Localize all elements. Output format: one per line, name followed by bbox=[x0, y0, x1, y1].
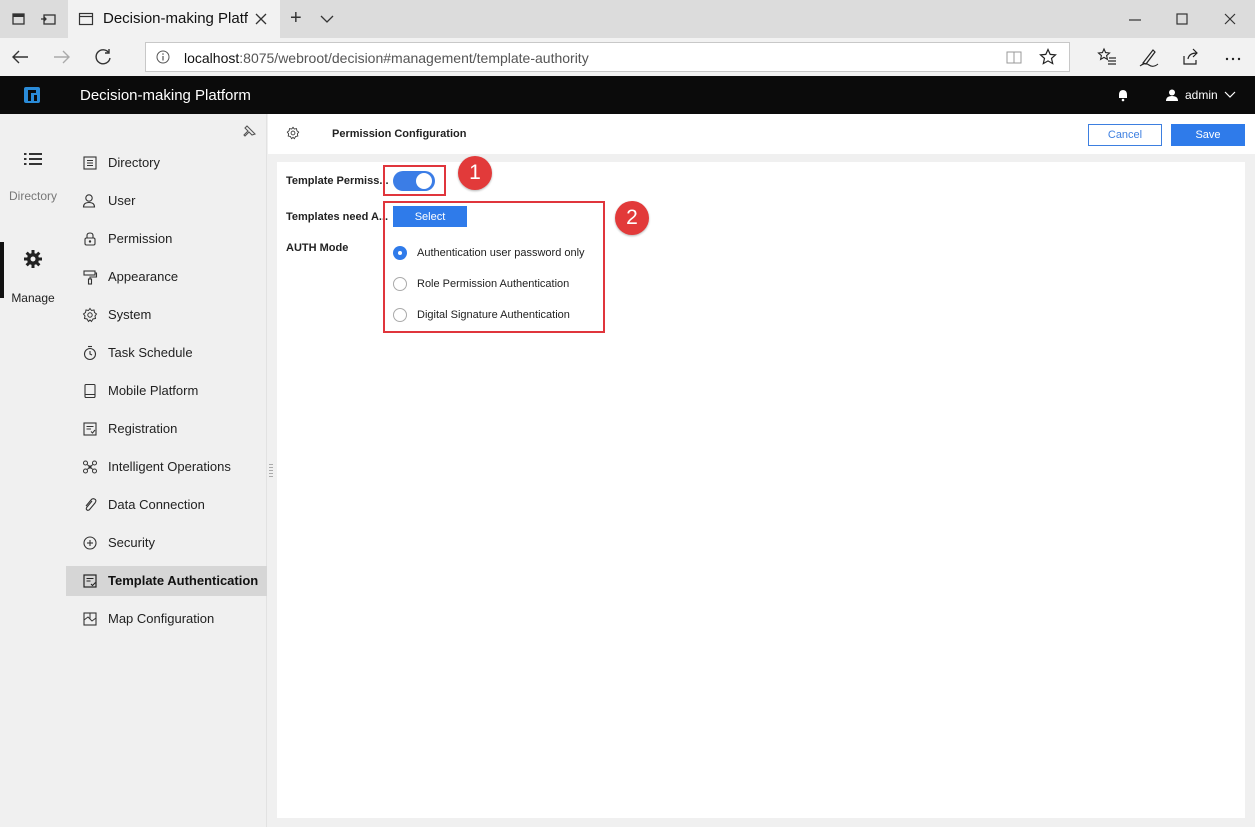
bell-icon[interactable] bbox=[1116, 88, 1130, 102]
settings-icon bbox=[82, 307, 98, 323]
menu-item-user[interactable]: User bbox=[66, 186, 267, 216]
menu-item-data-connection[interactable]: Data Connection bbox=[66, 490, 267, 520]
close-tab-icon[interactable] bbox=[254, 12, 268, 26]
map-icon bbox=[83, 612, 97, 626]
settings-icon bbox=[286, 126, 300, 140]
menu-item-mobile-platform[interactable]: Mobile Platform bbox=[66, 376, 267, 406]
menu-item-task-schedule[interactable]: Task Schedule bbox=[66, 338, 267, 368]
url-input[interactable]: localhost:8075/webroot/decision#manageme… bbox=[145, 42, 1070, 72]
new-tab-button[interactable]: + bbox=[290, 7, 302, 30]
template-auth-icon bbox=[83, 574, 97, 588]
highlight-box-1 bbox=[383, 165, 446, 196]
active-tab[interactable]: Decision-making Platfor bbox=[68, 0, 280, 38]
shield-icon bbox=[83, 536, 97, 550]
lock-icon bbox=[84, 232, 96, 246]
cancel-button[interactable]: Cancel bbox=[1088, 124, 1162, 146]
tab-title: Decision-making Platfor bbox=[103, 10, 248, 27]
menu-label: User bbox=[108, 193, 136, 208]
tab-actions-icon[interactable] bbox=[10, 10, 28, 28]
icon-rail: Directory Manage bbox=[0, 114, 66, 827]
app-header: Decision-making Platform admin bbox=[0, 76, 1255, 114]
menu-item-map-configuration[interactable]: Map Configuration bbox=[66, 604, 267, 634]
mobile-icon bbox=[84, 383, 96, 399]
save-button[interactable]: Save bbox=[1171, 124, 1245, 146]
menu-label: Template Authentication bbox=[108, 573, 259, 588]
menu-item-system[interactable]: System bbox=[66, 300, 267, 330]
menu-item-template-authentication[interactable]: Template Authentication bbox=[66, 566, 267, 596]
callout-badge-2: 2 bbox=[615, 201, 649, 235]
rail-item-directory[interactable]: Directory bbox=[0, 142, 66, 204]
template-permission-label: Template Permiss... bbox=[286, 175, 389, 187]
directory-icon bbox=[83, 156, 97, 170]
menu-label: System bbox=[108, 307, 152, 322]
templates-need-auth-label: Templates need A... bbox=[286, 211, 389, 223]
menu-item-intelligent-operations[interactable]: Intelligent Operations bbox=[66, 452, 267, 482]
menu-label: Intelligent Operations bbox=[108, 459, 231, 474]
user-name[interactable]: admin bbox=[1185, 88, 1218, 102]
paint-roller-icon bbox=[83, 270, 98, 285]
app-title: Decision-making Platform bbox=[80, 87, 251, 104]
menu-label: Data Connection bbox=[108, 497, 205, 512]
resize-handle-icon[interactable] bbox=[268, 462, 274, 478]
refresh-icon[interactable] bbox=[94, 47, 114, 67]
auth-mode-label: AUTH Mode bbox=[286, 242, 349, 254]
link-icon bbox=[85, 498, 97, 511]
menu-label: Task Schedule bbox=[108, 345, 193, 360]
callout-badge-1: 1 bbox=[458, 156, 492, 190]
page-title: Permission Configuration bbox=[332, 128, 467, 140]
timer-icon bbox=[83, 345, 97, 361]
list-icon bbox=[24, 153, 42, 165]
close-window-icon[interactable] bbox=[1219, 8, 1241, 30]
favorite-star-icon[interactable] bbox=[1039, 48, 1057, 66]
menu-label: Security bbox=[108, 535, 155, 550]
menu-label: Directory bbox=[108, 155, 161, 170]
menu-item-permission[interactable]: Permission bbox=[66, 224, 267, 254]
user-avatar-icon[interactable] bbox=[1165, 88, 1179, 102]
menu-label: Map Configuration bbox=[108, 611, 215, 626]
registration-icon bbox=[83, 422, 97, 436]
gear-icon bbox=[24, 250, 42, 268]
user-menu-chevron-icon[interactable] bbox=[1224, 90, 1236, 100]
rail-label-manage: Manage bbox=[11, 291, 55, 305]
share-icon[interactable] bbox=[1181, 47, 1201, 67]
management-menu: Directory User Permission Appearance Sys… bbox=[66, 114, 267, 827]
menu-item-security[interactable]: Security bbox=[66, 528, 267, 558]
set-tabs-aside-icon[interactable] bbox=[40, 10, 58, 28]
pin-icon[interactable] bbox=[242, 124, 257, 139]
menu-item-registration[interactable]: Registration bbox=[66, 414, 267, 444]
chevron-down-icon[interactable] bbox=[320, 13, 334, 25]
forward-arrow-icon[interactable] bbox=[52, 48, 72, 66]
app-logo-icon bbox=[24, 87, 40, 103]
minimize-icon[interactable] bbox=[1124, 8, 1146, 30]
favorites-list-icon[interactable] bbox=[1097, 47, 1117, 67]
network-icon bbox=[83, 460, 97, 474]
menu-item-appearance[interactable]: Appearance bbox=[66, 262, 267, 292]
rail-label-directory: Directory bbox=[8, 189, 57, 203]
rail-item-manage[interactable]: Manage bbox=[0, 242, 66, 305]
url-host: localhost bbox=[184, 50, 240, 66]
address-bar: localhost:8075/webroot/decision#manageme… bbox=[0, 38, 1255, 76]
url-path: :8075/webroot/decision#management/templa… bbox=[239, 50, 589, 66]
highlight-box-2 bbox=[383, 201, 605, 333]
menu-label: Mobile Platform bbox=[108, 383, 199, 398]
menu-label: Appearance bbox=[108, 269, 179, 284]
more-options-icon[interactable] bbox=[1223, 47, 1243, 67]
info-icon[interactable] bbox=[156, 50, 170, 64]
browser-tab-strip: Decision-making Platfor + bbox=[0, 0, 1255, 38]
page-icon bbox=[78, 12, 94, 26]
pen-notes-icon[interactable] bbox=[1139, 47, 1159, 67]
menu-label: Permission bbox=[108, 231, 173, 246]
reading-view-icon[interactable] bbox=[1006, 50, 1022, 65]
page-header: Permission Configuration Cancel Save bbox=[268, 114, 1255, 154]
menu-label: Registration bbox=[108, 421, 178, 436]
user-icon bbox=[82, 194, 96, 208]
maximize-icon[interactable] bbox=[1171, 8, 1193, 30]
back-arrow-icon[interactable] bbox=[10, 48, 30, 66]
menu-item-directory[interactable]: Directory bbox=[66, 148, 267, 178]
